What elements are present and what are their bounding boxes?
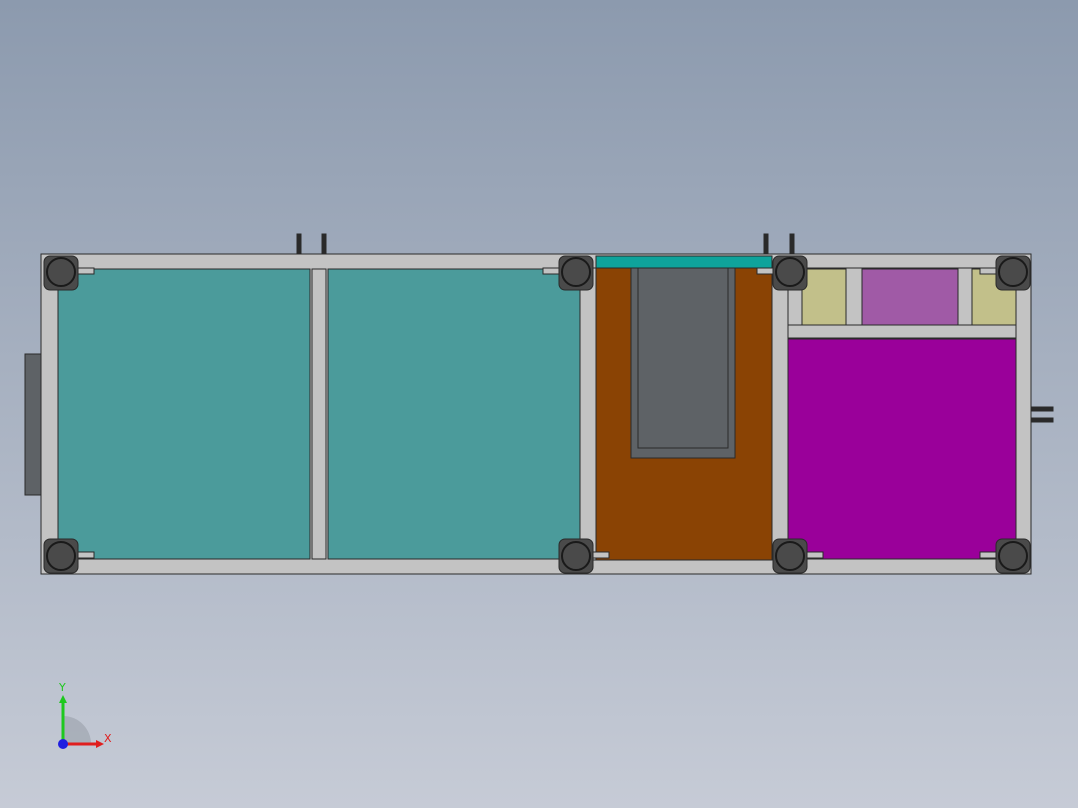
handle-top-2[interactable] — [321, 233, 327, 255]
frame-post-middle — [311, 268, 327, 560]
violet-board[interactable] — [861, 268, 959, 326]
handle-top-1[interactable] — [296, 233, 302, 255]
frame-post-3 — [771, 267, 789, 561]
y-axis-label: Y — [59, 681, 66, 694]
teal-strip — [595, 255, 773, 269]
coordinate-triad: X Y — [50, 681, 120, 755]
y-axis-arrowhead — [59, 695, 67, 703]
frame-post-2 — [579, 267, 597, 561]
olive-component-left[interactable] — [801, 268, 847, 326]
teal-panel-right[interactable] — [327, 268, 581, 560]
handle-top-4[interactable] — [789, 233, 795, 255]
pipe-connector-2[interactable] — [1030, 417, 1054, 423]
x-axis-arrowhead — [96, 740, 104, 748]
dark-plate-inner — [637, 267, 729, 449]
handle-top-3[interactable] — [763, 233, 769, 255]
magenta-panel[interactable] — [787, 338, 1017, 560]
triad-plane-arc — [63, 716, 91, 744]
shelf-rail — [787, 324, 1017, 339]
pipe-connector-1[interactable] — [1030, 406, 1054, 412]
x-axis-label: X — [104, 732, 112, 745]
cad-viewport[interactable]: X Y — [0, 0, 1078, 808]
z-axis-dot — [58, 739, 68, 749]
assembly-drawing[interactable] — [0, 0, 1078, 808]
teal-panel-left[interactable] — [57, 268, 311, 560]
